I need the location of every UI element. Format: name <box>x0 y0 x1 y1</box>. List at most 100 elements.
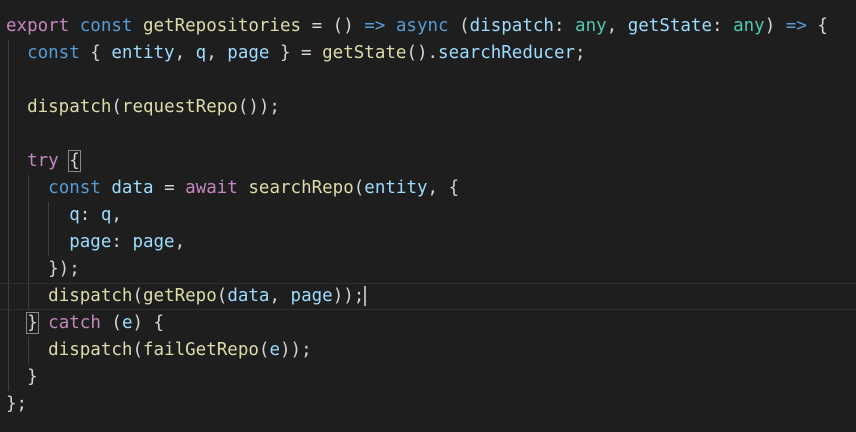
code-token: , <box>174 232 186 252</box>
code-token: page <box>69 232 112 252</box>
code-token: }); <box>6 259 80 279</box>
code-token: entity <box>364 178 428 198</box>
code-token: ( <box>132 340 143 360</box>
code-line[interactable]: } catch (e) { <box>0 310 856 337</box>
code-token: : <box>553 16 576 36</box>
code-token: const <box>79 16 133 36</box>
code-line[interactable]: dispatch(getRepo(data, page)); <box>0 283 856 310</box>
code-token: catch <box>48 313 101 333</box>
code-token: : <box>712 16 734 36</box>
code-token: searchReducer <box>438 43 576 63</box>
code-token: q <box>195 43 207 63</box>
code-line[interactable]: }; <box>0 391 856 418</box>
code-text: dispatch(failGetRepo(e)); <box>6 337 312 364</box>
code-token: ()); <box>237 97 280 117</box>
code-token: page <box>227 43 270 63</box>
code-text: const { entity, q, page } = getState().s… <box>6 40 586 67</box>
code-token: , <box>111 205 122 225</box>
code-line[interactable]: dispatch(requestRepo()); <box>0 94 856 121</box>
code-editor[interactable]: export const getRepositories = () => asy… <box>0 0 856 432</box>
code-token: export <box>6 16 70 36</box>
code-token: ( <box>216 286 228 306</box>
code-token: failGetRepo <box>143 340 259 360</box>
code-line[interactable]: dispatch(failGetRepo(e)); <box>0 337 856 364</box>
code-token: async <box>395 16 449 36</box>
code-token: e <box>121 313 133 333</box>
code-token: , <box>206 43 228 63</box>
code-token: }; <box>6 394 28 414</box>
code-token: ( <box>258 340 270 360</box>
code-token: } <box>6 367 38 387</box>
code-token: ; <box>575 43 586 63</box>
code-text: } <box>6 364 38 391</box>
code-token: try <box>27 151 59 171</box>
code-token: )); <box>332 286 365 306</box>
code-token: requestRepo <box>121 97 238 117</box>
code-token: getState <box>627 16 713 36</box>
code-token: } = <box>269 43 323 63</box>
code-token: searchRepo <box>248 178 354 198</box>
code-token: : <box>79 205 101 225</box>
code-token: : <box>111 232 133 252</box>
code-token: dispatch <box>469 16 554 36</box>
code-text: try { <box>6 148 81 175</box>
text-cursor <box>364 286 367 306</box>
code-token: { <box>79 43 112 63</box>
code-line[interactable] <box>0 121 856 148</box>
code-token: data <box>227 286 270 306</box>
code-text: const data = await searchRepo(entity, { <box>6 175 459 202</box>
code-line[interactable]: } <box>0 364 856 391</box>
code-line[interactable]: }); <box>0 256 856 283</box>
code-token: await <box>185 178 238 198</box>
code-token: any <box>575 16 607 36</box>
code-token: } <box>26 312 39 334</box>
code-token: = <box>153 178 186 198</box>
code-token: q <box>100 205 112 225</box>
code-token: const <box>48 178 101 198</box>
code-line[interactable]: page: page, <box>0 229 856 256</box>
code-token: { <box>68 150 81 172</box>
code-token: )); <box>280 340 312 360</box>
code-token: ) <box>764 16 786 36</box>
code-token: , <box>174 43 196 63</box>
code-line[interactable]: const data = await searchRepo(entity, { <box>0 175 856 202</box>
code-text: dispatch(requestRepo()); <box>6 94 280 121</box>
code-token: getState <box>322 43 407 63</box>
code-text: page: page, <box>6 229 185 256</box>
code-text: }); <box>6 256 80 283</box>
code-token: entity <box>111 43 175 63</box>
code-token: dispatch <box>27 97 112 117</box>
code-token: => <box>364 16 386 36</box>
code-line[interactable]: export const getRepositories = () => asy… <box>0 13 856 40</box>
code-token: ( <box>111 97 122 117</box>
code-token: ( <box>353 178 365 198</box>
code-token: ( <box>132 286 143 306</box>
code-line[interactable]: q: q, <box>0 202 856 229</box>
code-token: = () <box>301 16 365 36</box>
code-line[interactable]: try { <box>0 148 856 175</box>
code-token: , <box>269 286 291 306</box>
code-token: e <box>269 340 280 360</box>
code-token: ( <box>448 16 470 36</box>
code-token: const <box>27 43 80 63</box>
code-token: page <box>290 286 333 306</box>
code-line[interactable] <box>0 67 856 94</box>
code-token: , { <box>427 178 460 198</box>
code-line[interactable]: const { entity, q, page } = getState().s… <box>0 40 856 67</box>
code-token: getRepositories <box>143 16 302 36</box>
code-text: q: q, <box>6 202 122 229</box>
